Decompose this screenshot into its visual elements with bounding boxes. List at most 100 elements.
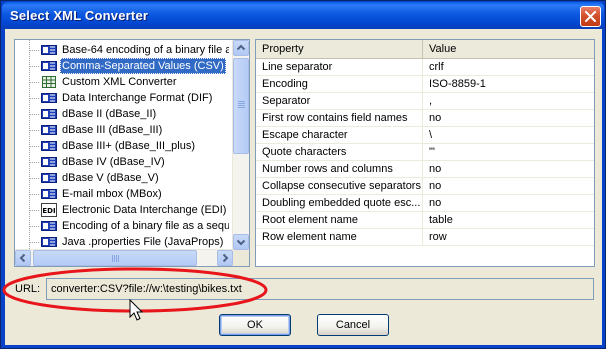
scroll-left-button[interactable] [15,250,31,266]
property-name: Row element name [256,229,423,245]
blue-tag-icon [41,107,57,121]
chevron-up-icon [236,44,246,51]
tree-item[interactable]: dBase III+ (dBase_III_plus) [39,138,229,154]
title-bar[interactable]: Select XML Converter [2,2,604,29]
tree-horizontal-scrollbar[interactable] [15,249,233,266]
property-row[interactable]: Collapse consecutive separators no [256,178,594,195]
header-property[interactable]: Property [256,40,423,58]
tree-item[interactable]: Encoding of a binary file as a seque [39,218,229,234]
grid-table-icon [41,75,57,89]
close-button[interactable] [580,6,601,27]
property-name: Line separator [256,59,423,75]
converter-list: Base-64 encoding of a binary file as Comm… [39,42,229,250]
property-name: Encoding [256,76,423,92]
tree-connector-lines [29,40,39,250]
tree-item-label: Encoding of a binary file as a seque [62,220,229,232]
property-row[interactable]: Doubling embedded quote esc... no [256,195,594,212]
property-row[interactable]: Line separator crlf [256,59,594,76]
converter-tree[interactable]: Base-64 encoding of a binary file as Comm… [14,39,250,267]
tree-item-label: E-mail mbox (MBox) [62,188,162,200]
tree-item[interactable]: E-mail mbox (MBox) [39,186,229,202]
tree-item-label: Data Interchange Format (DIF) [62,92,213,104]
property-name: Quote characters [256,144,423,160]
tree-item[interactable]: EDI Electronic Data Interchange (EDI) [39,202,229,218]
tree-vertical-scrollbar[interactable] [232,40,249,250]
edi-icon: EDI [41,203,57,217]
property-value[interactable]: \ [423,127,594,143]
tree-item-label: Comma-Separated Values (CSV) [60,58,226,74]
property-row[interactable]: First row contains field names no [256,110,594,127]
tree-item-label: dBase III+ (dBase_III_plus) [62,140,195,152]
scroll-up-button[interactable] [233,40,249,56]
svg-text:EDI: EDI [42,207,55,215]
property-value[interactable]: no [423,178,594,194]
property-row[interactable]: Escape character \ [256,127,594,144]
property-value[interactable]: no [423,161,594,177]
chevron-right-icon [222,253,229,263]
property-grid[interactable]: Property Value Line separator crlf Encodin… [255,39,595,267]
property-row[interactable]: Number rows and columns no [256,161,594,178]
tree-item[interactable]: dBase V (dBase_V) [39,170,229,186]
url-value: converter:CSV?file://w:\testing\bikes.tx… [51,283,242,295]
blue-tag-icon [41,123,57,137]
header-value[interactable]: Value [423,40,594,58]
scrollbar-corner [233,250,249,266]
blue-tag-icon [41,59,57,73]
chevron-left-icon [19,253,26,263]
property-value[interactable]: "' [423,144,594,160]
tree-item-label: Custom XML Converter [62,76,177,88]
property-value[interactable]: no [423,110,594,126]
tree-item-label: Electronic Data Interchange (EDI) [62,204,227,216]
blue-tag-icon [41,187,57,201]
blue-tag-icon [41,43,57,57]
blue-tag-icon [41,219,57,233]
tree-item[interactable]: dBase III (dBase_III) [39,122,229,138]
property-value[interactable]: table [423,212,594,228]
url-label: URL: [15,283,41,295]
close-x-icon [585,11,596,22]
property-value[interactable]: crlf [423,59,594,75]
tree-item[interactable]: dBase II (dBase_II) [39,106,229,122]
property-row[interactable]: Row element name row [256,229,594,246]
property-value[interactable]: , [423,93,594,109]
tree-item-label: dBase V (dBase_V) [62,172,159,184]
tree-item-label: dBase III (dBase_III) [62,124,163,136]
property-value[interactable]: no [423,195,594,211]
tree-item-label: Java .properties File (JavaProps) [62,236,224,248]
blue-tag-icon [41,235,57,249]
tree-item[interactable]: Base-64 encoding of a binary file as [39,42,229,58]
property-name: Root element name [256,212,423,228]
scroll-thumb[interactable] [233,58,249,154]
property-row[interactable]: Quote characters "' [256,144,594,161]
property-name: Collapse consecutive separators [256,178,423,194]
cancel-button[interactable]: Cancel [317,314,389,336]
property-name: Separator [256,93,423,109]
dialog-title: Select XML Converter [10,8,149,23]
property-name: Number rows and columns [256,161,423,177]
scroll-right-button[interactable] [217,250,233,266]
blue-tag-icon [41,139,57,153]
tree-item[interactable]: Data Interchange Format (DIF) [39,90,229,106]
ok-button[interactable]: OK [219,314,291,336]
scroll-down-button[interactable] [233,234,249,250]
url-field[interactable]: converter:CSV?file://w:\testing\bikes.tx… [46,278,594,300]
tree-item[interactable]: Comma-Separated Values (CSV) [39,58,229,74]
tree-item-label: dBase IV (dBase_IV) [62,156,165,168]
tree-item[interactable]: Java .properties File (JavaProps) [39,234,229,250]
property-value[interactable]: ISO-8859-1 [423,76,594,92]
select-xml-converter-dialog: Select XML Converter Base-64 encoding of… [0,0,606,349]
property-name: Escape character [256,127,423,143]
tree-item-label: dBase II (dBase_II) [62,108,157,120]
horizontal-scroll-thumb[interactable] [33,250,197,266]
property-row[interactable]: Separator, [256,93,594,110]
tree-item[interactable]: Custom XML Converter [39,74,229,90]
property-value[interactable]: row [423,229,594,245]
grid-rows: Line separator crlf Encoding ISO-8859-1 Sepa… [256,59,594,246]
property-row[interactable]: Encoding ISO-8859-1 [256,76,594,93]
property-name: First row contains field names [256,110,423,126]
tree-item-label: Base-64 encoding of a binary file as [62,44,229,56]
blue-tag-icon [41,155,57,169]
tree-item[interactable]: dBase IV (dBase_IV) [39,154,229,170]
property-row[interactable]: Root element name table [256,212,594,229]
grid-header: Property Value [256,40,594,59]
